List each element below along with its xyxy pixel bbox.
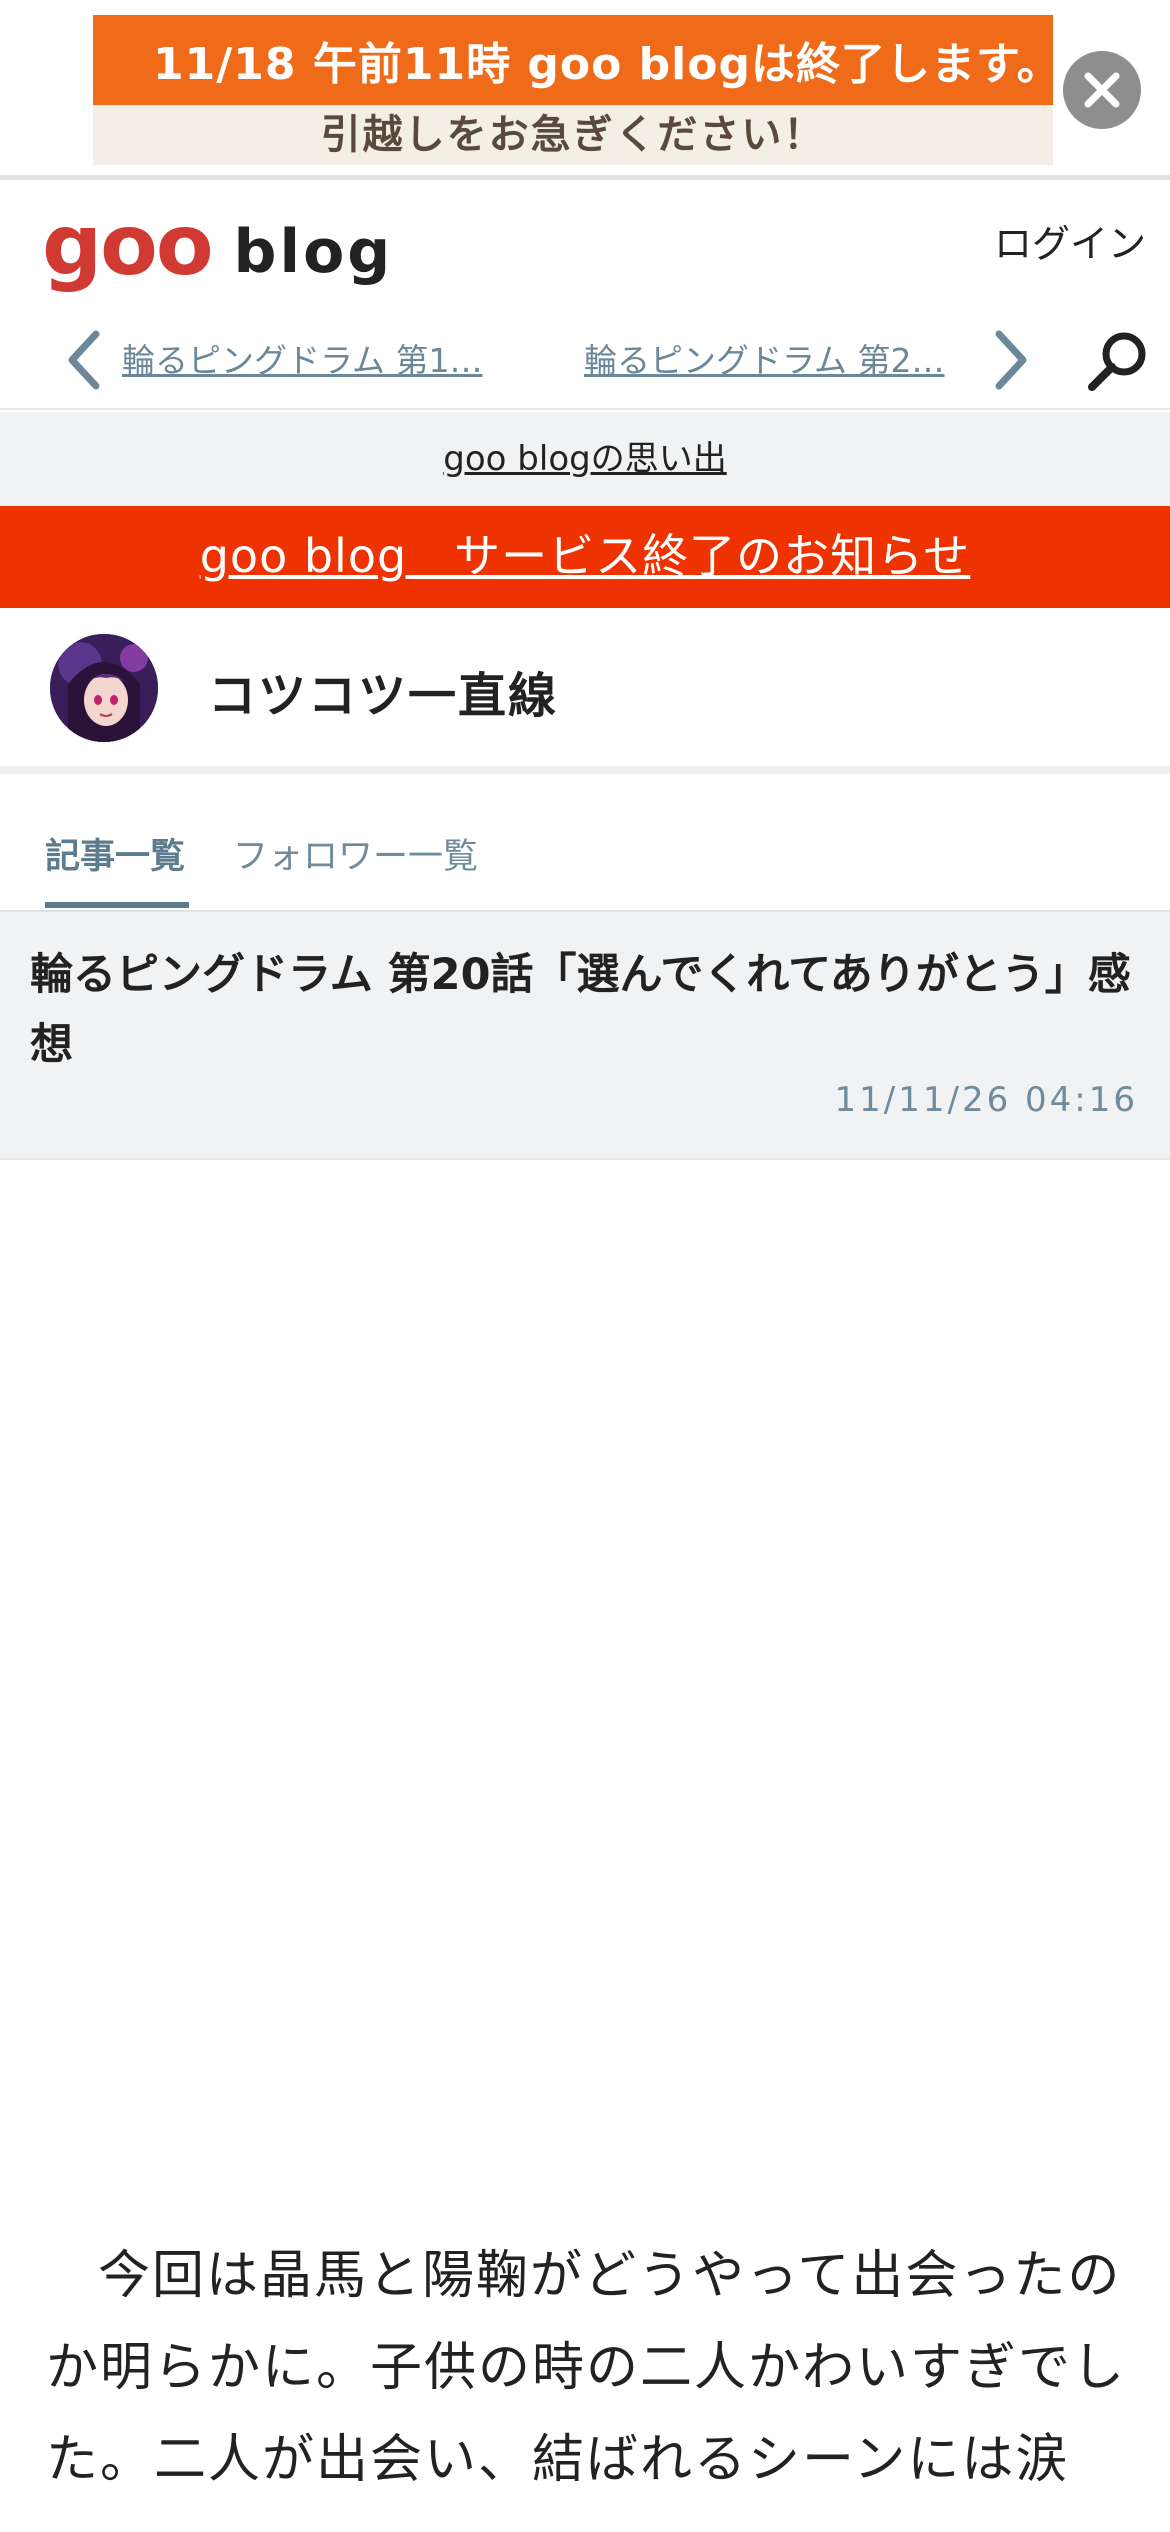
- goo-blog-logo[interactable]: goo blog: [42, 196, 394, 294]
- blog-name[interactable]: コツコツ一直線: [208, 656, 558, 726]
- tab-articles[interactable]: 記事一覧: [45, 828, 185, 879]
- active-tab-indicator: [45, 902, 189, 908]
- site-header: goo blog ログイン: [0, 185, 1170, 315]
- prev-article-link[interactable]: 輪るピングドラム 第1…: [122, 334, 483, 382]
- logo-goo-text: goo: [42, 196, 214, 294]
- article-nav: 輪るピングドラム 第1… 輪るピングドラム 第2…: [0, 310, 1170, 410]
- ad-subline: 引越しをお急ぎください！: [93, 105, 1053, 165]
- ad-banner-top: 11/18 午前11時 goo blogは終了します。: [93, 15, 1053, 105]
- tab-followers[interactable]: フォロワー一覧: [233, 828, 478, 879]
- next-article-link[interactable]: 輪るピングドラム 第2…: [584, 334, 945, 382]
- blog-profile: コツコツ一直線: [0, 608, 1170, 774]
- article-title: 輪るピングドラム 第20話「選んでくれてありがとう」感想: [30, 950, 1131, 1070]
- ad-banner[interactable]: 11/18 午前11時 goo blogは終了します。 引越しをお急ぎください！: [93, 15, 1053, 165]
- service-notice-link[interactable]: goo blog サービス終了のお知らせ: [200, 529, 971, 583]
- memories-link[interactable]: goo blogの思い出: [443, 439, 726, 479]
- blog-tabs: 記事一覧 フォロワー一覧: [0, 790, 1170, 912]
- close-ad-button[interactable]: [1063, 51, 1141, 129]
- logo-blog-text: blog: [233, 217, 394, 287]
- close-icon: [1084, 72, 1120, 108]
- memories-row: goo blogの思い出: [0, 412, 1170, 506]
- avatar[interactable]: [50, 634, 158, 742]
- login-link[interactable]: ログイン: [994, 213, 1146, 268]
- chevron-left-icon[interactable]: [60, 328, 110, 392]
- avatar-image: [50, 634, 158, 742]
- article-body-text: 今回は晶馬と陽鞠がどうやって出会ったのか明らかに。子供の時の二人かわいすぎでした…: [46, 2246, 1127, 2490]
- chevron-right-icon[interactable]: [985, 328, 1035, 392]
- search-icon[interactable]: [1082, 326, 1152, 396]
- ad-area: 11/18 午前11時 goo blogは終了します。 引越しをお急ぎください！: [0, 0, 1170, 180]
- service-notice-bar: goo blog サービス終了のお知らせ: [0, 506, 1170, 608]
- article-header: 輪るピングドラム 第20話「選んでくれてありがとう」感想 11/11/26 04…: [0, 912, 1170, 1160]
- article-date: 11/11/26 04:16: [834, 1080, 1138, 1120]
- ad-headline: 11/18 午前11時 goo blogは終了します。: [153, 39, 1053, 90]
